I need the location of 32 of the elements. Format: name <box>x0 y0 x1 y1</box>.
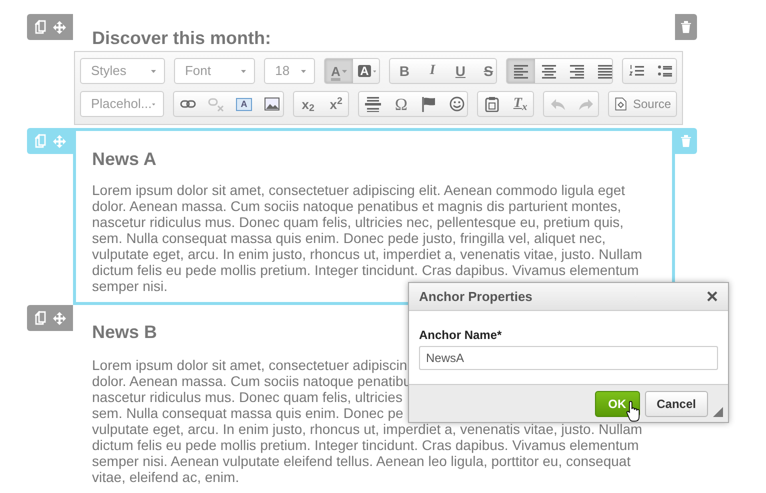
anchor-name-field[interactable]: NewsA <box>419 346 718 370</box>
text-field-button[interactable]: A <box>230 92 258 116</box>
dialog-title: Anchor Properties <box>419 288 532 306</box>
dropdown[interactable]: Font <box>174 58 256 84</box>
paragraph-line: semper nisi. Aenean vulputate eleifend tellus. Aenean leo ligula, porttitor eu, consequat <box>92 453 631 469</box>
bold-button[interactable]: B <box>390 59 418 83</box>
background-color-button[interactable]: A <box>353 59 380 83</box>
strikethrough-button[interactable]: S <box>474 59 496 83</box>
paragraph-line: dictum felis eu pede mollis pretium. Integer tincidunt. Cras dapibus. Vivamus elementum <box>92 437 639 453</box>
close-button[interactable]: × <box>706 286 718 306</box>
cancel-button[interactable]: Cancel <box>644 390 708 416</box>
underline-button[interactable]: U <box>446 59 474 83</box>
remove-format-button[interactable]: T$_{x}$ <box>506 92 534 116</box>
block-heading: Discover this month: <box>92 27 272 50</box>
field-label: Anchor Name* <box>419 327 503 344</box>
dropdown[interactable]: 18 <box>264 58 316 84</box>
source-button[interactable]: Source <box>609 92 676 116</box>
paragraph-line: vulputate eget, arcu. In enim justo, rhoncus ut, imperdiet a, venenatis vitae, justo. Nullam <box>92 421 642 437</box>
subscript-button[interactable]: x$_{2}$ <box>294 92 322 116</box>
dropdown[interactable]: Styles <box>80 58 165 84</box>
ok-button[interactable]: OK <box>594 390 640 416</box>
paragraph-line: sem. Nulla consequat massa quis enim. Donec pe <box>92 405 404 421</box>
paragraph-line: Lorem ipsum dolor sit amet, consectetuer adipiscin <box>92 357 408 373</box>
block-heading: News A <box>92 148 156 170</box>
italic-button[interactable]: I <box>418 59 446 83</box>
text-color-button[interactable]: A <box>325 59 354 83</box>
paragraph-line: vitae, eleifend ac, enim. <box>92 469 240 485</box>
dropdown[interactable]: Placehol... <box>80 91 164 117</box>
superscript-button[interactable]: x$^{2}$ <box>322 92 348 116</box>
special-character-button[interactable]: Ω <box>387 92 416 116</box>
paragraph-line: nascetur ridiculus mus. Donec quam felis, ultricies <box>92 389 402 405</box>
block-heading: News B <box>92 321 158 343</box>
